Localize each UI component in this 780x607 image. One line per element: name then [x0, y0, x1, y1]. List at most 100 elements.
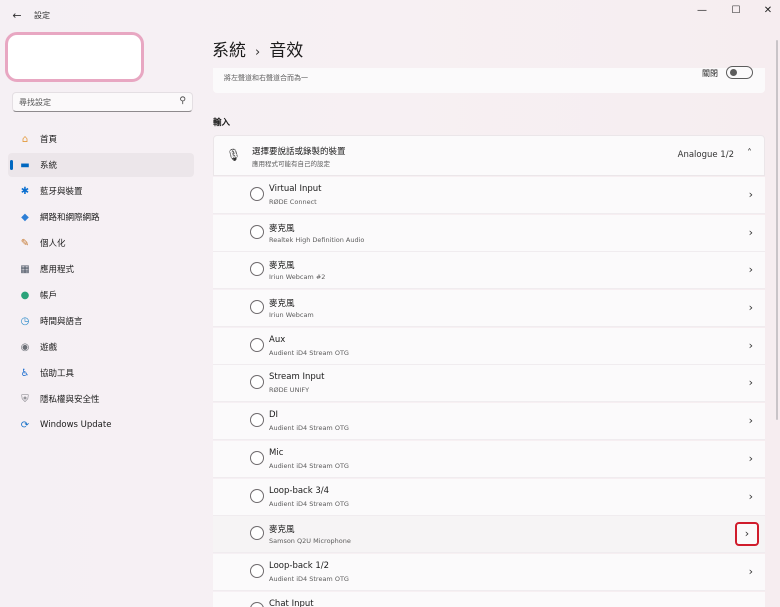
input-device-row[interactable]: 麥克風 Iriun Webcam ›: [213, 290, 765, 328]
sidebar-item-11[interactable]: ⟳ Windows Update: [8, 413, 194, 437]
sidebar-item-label: 協助工具: [40, 369, 75, 379]
app-title: 設定: [34, 11, 50, 20]
close-icon[interactable]: ✕: [758, 4, 778, 18]
maximize-icon[interactable]: ☐: [726, 4, 746, 18]
input-device-row[interactable]: Aux Audient iD4 Stream OTG ›: [213, 327, 765, 365]
device-radio[interactable]: [250, 526, 264, 541]
device-radio[interactable]: [250, 563, 264, 578]
sidebar-item-9[interactable]: ♿ 協助工具: [8, 361, 194, 385]
input-device-selector[interactable]: 🎙 選擇要說話或錄製的裝置 應用程式可能有自己的設定 Analogue 1/2 …: [213, 135, 765, 176]
page-title: 音效: [269, 41, 304, 61]
minimize-icon[interactable]: —: [692, 4, 712, 18]
input-device-row[interactable]: Chat Input ›: [213, 591, 765, 607]
sidebar-item-5[interactable]: ▦ 應用程式: [8, 257, 194, 281]
device-source: Audient iD4 Stream OTG: [269, 574, 349, 583]
input-device-row[interactable]: 麥克風 Realtek High Definition Audio ›: [213, 214, 765, 252]
device-name: 麥克風: [269, 223, 295, 234]
input-device-row[interactable]: 麥克風 Samson Q2U Microphone ›: [213, 516, 765, 554]
sidebar-item-label: Windows Update: [40, 420, 112, 430]
device-name: Loop-back 1/2: [269, 560, 330, 571]
device-source: RØDE UNIFY: [269, 386, 310, 395]
apps-icon: ▦: [20, 263, 30, 275]
device-name: 麥克風: [269, 525, 295, 536]
input-device-row[interactable]: Mic Audient iD4 Stream OTG ›: [213, 440, 765, 478]
home-icon: ⌂: [21, 133, 29, 145]
sidebar-item-label: 遊戲: [40, 343, 58, 353]
device-name: DI: [269, 410, 279, 421]
device-radio[interactable]: [250, 488, 264, 503]
chevron-right-icon[interactable]: ›: [749, 226, 753, 239]
input-device-row[interactable]: DI Audient iD4 Stream OTG ›: [213, 403, 765, 441]
sidebar-item-2[interactable]: ✱ 藍牙與裝置: [8, 179, 194, 203]
search-input[interactable]: [19, 96, 169, 109]
sidebar-nav: ⌂ 首頁 ▬ 系統 ✱ 藍牙與裝置 ◆ 網路和網際網路 ✎ 個人化 ▦ 應用程式 ● 帳戶 ◷ 時間與語言 ◉ 遊…: [8, 127, 194, 439]
device-name: Chat Input: [269, 598, 314, 607]
wifi-icon: ◆: [21, 211, 29, 223]
gamepad-icon: ◉: [20, 341, 30, 353]
device-source: Iriun Webcam #2: [269, 273, 326, 282]
clock-globe-icon: ◷: [20, 315, 30, 327]
device-radio[interactable]: [250, 187, 264, 201]
chevron-right-icon[interactable]: ›: [749, 376, 753, 389]
device-source: Audient iD4 Stream OTG: [269, 348, 349, 357]
sidebar-item-0[interactable]: ⌂ 首頁: [8, 127, 194, 151]
device-radio[interactable]: [250, 224, 264, 239]
device-radio[interactable]: [250, 262, 264, 277]
sidebar-item-1[interactable]: ▬ 系統: [8, 153, 194, 177]
mono-audio-description: 將左聲道和右聲道合而為一: [224, 74, 308, 82]
sidebar-item-label: 時間與語言: [40, 317, 83, 327]
device-radio[interactable]: [250, 375, 264, 390]
input-device-list: Virtual Input RØDE Connect › 麥克風 Realtek Hig…: [213, 177, 765, 607]
search-icon[interactable]: ⚲: [179, 96, 186, 106]
paintbrush-icon: ✎: [20, 237, 30, 249]
chevron-right-icon[interactable]: ›: [749, 490, 753, 503]
microphone-icon: 🎙: [226, 148, 242, 162]
account-avatar-area[interactable]: [5, 32, 144, 82]
sidebar-item-label: 應用程式: [40, 265, 75, 275]
input-device-row[interactable]: 麥克風 Iriun Webcam #2 ›: [213, 252, 765, 290]
input-device-row[interactable]: Virtual Input RØDE Connect ›: [213, 177, 765, 214]
sidebar-item-6[interactable]: ● 帳戶: [8, 283, 194, 307]
breadcrumb: 系統 › 音效: [212, 36, 303, 61]
device-name: 麥克風: [269, 261, 295, 272]
update-icon: ⟳: [20, 419, 30, 431]
device-radio[interactable]: [250, 337, 264, 352]
chevron-right-icon[interactable]: ›: [749, 565, 753, 578]
sidebar-item-label: 網路和網際網路: [40, 213, 100, 223]
device-name: Aux: [269, 334, 286, 345]
chevron-right-icon[interactable]: ›: [749, 301, 753, 314]
device-name: Virtual Input: [269, 184, 322, 194]
chevron-right-icon[interactable]: ›: [749, 263, 753, 276]
chevron-right-icon[interactable]: ›: [749, 452, 753, 465]
input-device-row[interactable]: Loop-back 1/2 Audient iD4 Stream OTG ›: [213, 553, 765, 591]
device-radio[interactable]: [250, 300, 264, 315]
sidebar-item-label: 系統: [40, 161, 58, 171]
chevron-right-icon[interactable]: ›: [749, 603, 753, 607]
search-box[interactable]: ⚲: [12, 92, 193, 112]
chevron-up-icon[interactable]: ˄: [747, 148, 752, 159]
device-radio[interactable]: [250, 450, 264, 465]
sidebar-item-4[interactable]: ✎ 個人化: [8, 231, 194, 255]
chevron-right-icon[interactable]: ›: [749, 188, 753, 201]
chevron-right-icon[interactable]: ›: [735, 522, 759, 547]
chevron-right-icon[interactable]: ›: [749, 414, 753, 427]
sidebar-item-8[interactable]: ◉ 遊戲: [8, 335, 194, 359]
scrollbar[interactable]: [776, 40, 778, 420]
device-radio[interactable]: [250, 413, 264, 428]
device-name: Stream Input: [269, 372, 325, 383]
input-device-title: 選擇要說話或錄製的裝置: [252, 147, 346, 157]
input-device-row[interactable]: Stream Input RØDE UNIFY ›: [213, 365, 765, 403]
input-device-row[interactable]: Loop-back 3/4 Audient iD4 Stream OTG ›: [213, 478, 765, 516]
breadcrumb-parent[interactable]: 系統: [212, 41, 246, 61]
sidebar-item-7[interactable]: ◷ 時間與語言: [8, 309, 194, 333]
chevron-right-icon[interactable]: ›: [749, 339, 753, 352]
sidebar-item-3[interactable]: ◆ 網路和網際網路: [8, 205, 194, 229]
device-radio[interactable]: [250, 601, 264, 607]
sidebar-item-10[interactable]: ⛨ 隱私權與安全性: [8, 387, 194, 411]
accessibility-icon: ♿: [20, 367, 30, 379]
device-name: Loop-back 3/4: [269, 485, 330, 496]
device-source: Audient iD4 Stream OTG: [269, 461, 349, 470]
mono-audio-toggle[interactable]: [726, 66, 753, 79]
mono-audio-toggle-label: 關閉: [702, 69, 718, 78]
back-arrow-icon[interactable]: ←: [10, 9, 24, 23]
